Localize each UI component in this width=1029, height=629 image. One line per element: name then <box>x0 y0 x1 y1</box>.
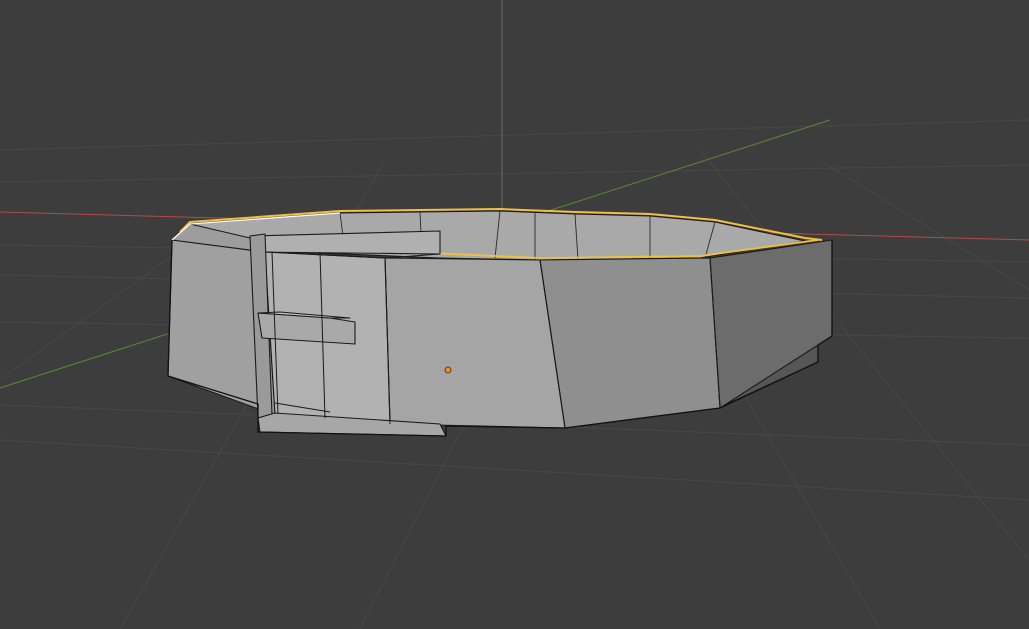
object-origin-dot <box>444 366 452 374</box>
3d-viewport[interactable] <box>0 0 1029 629</box>
belt-right-mid-face <box>539 257 721 429</box>
belt-front-outer-face <box>384 257 566 429</box>
belt-with-buckle-mesh[interactable] <box>167 208 833 437</box>
